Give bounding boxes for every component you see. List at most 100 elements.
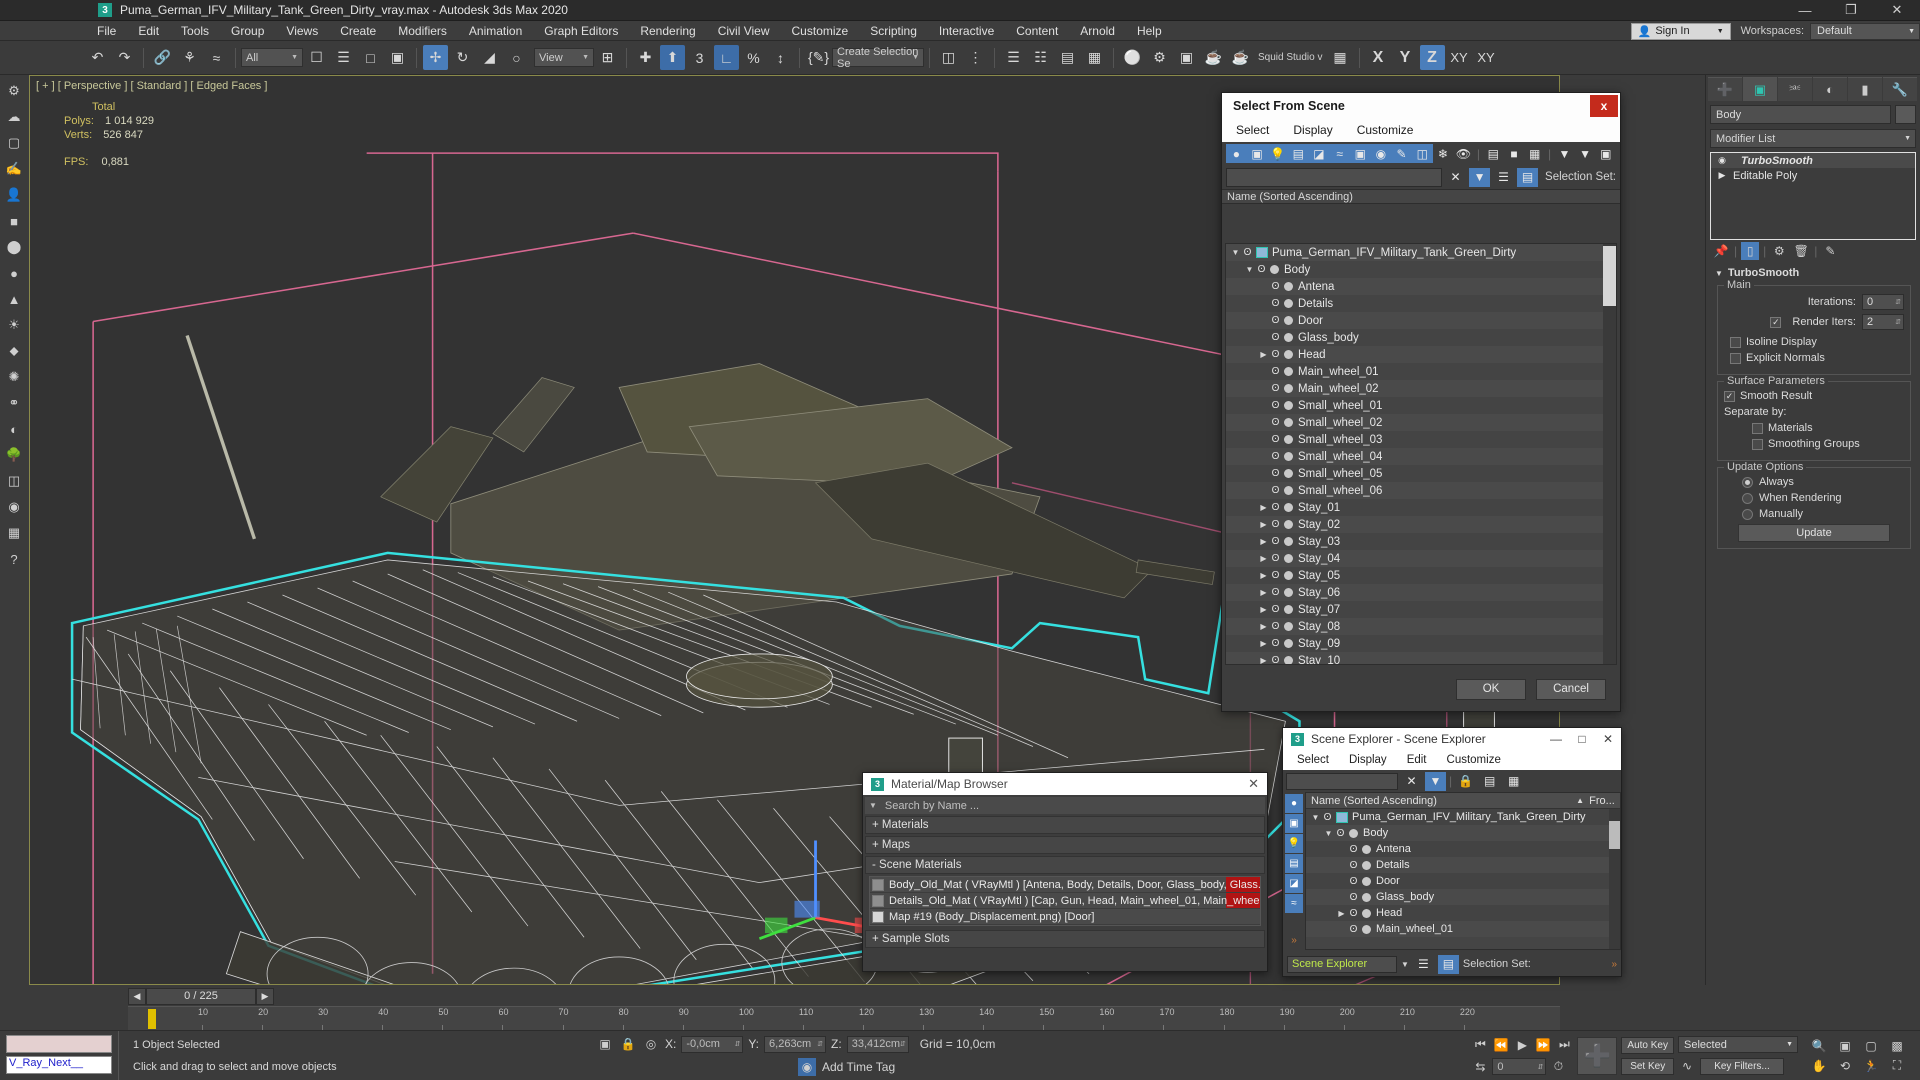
undo-icon[interactable]: ↶ [85,45,110,70]
unlink-selection-icon[interactable]: ⚘ [177,45,202,70]
se-menu-customize[interactable]: Customize [1447,754,1501,766]
project-folder-icon[interactable]: ▦ [1328,45,1353,70]
render-iterative-icon[interactable]: ☕ [1228,45,1253,70]
tree-row[interactable]: ʘ Antena [1226,278,1616,295]
filter-cameras-icon[interactable]: ▤ [1287,144,1309,163]
tree-row[interactable]: ▶ ʘ Head [1226,346,1616,363]
menu-item-customize[interactable]: Customize [781,21,860,41]
tree-row[interactable]: ʘ Small_wheel_04 [1226,448,1616,465]
restrict-x-icon[interactable]: X [1366,45,1391,70]
spinner-arrows-icon[interactable]: ⇵ [817,1040,823,1048]
eye-icon[interactable]: ʘ [1269,298,1282,309]
configure-modifier-sets-icon[interactable]: ✎ [1821,242,1839,260]
eye-icon[interactable]: ʘ [1321,812,1334,823]
object-icon[interactable] [1284,503,1293,512]
maps-section-header[interactable]: + Maps [865,836,1265,854]
selection-set-icon[interactable]: ▤ [1437,954,1459,974]
menu-item-group[interactable]: Group [220,21,275,41]
menu-item-civil-view[interactable]: Civil View [707,21,781,41]
orbit-icon[interactable]: ⟲ [1836,1057,1854,1075]
remove-modifier-icon[interactable]: 🗑 [1792,242,1810,260]
zoom-all-icon[interactable]: ▣ [1836,1037,1854,1055]
materials-section-header[interactable]: + Materials [865,816,1265,834]
scene-explorer-column-headers[interactable]: Name (Sorted Ascending) ▲ Fro... [1306,793,1620,809]
menu-item-scripting[interactable]: Scripting [859,21,928,41]
key-mode-toggle-icon[interactable]: ⇆ [1471,1058,1489,1076]
cancel-button[interactable]: Cancel [1536,678,1606,700]
named-selection-set-dropdown[interactable]: Create Selection Se ▼ [832,46,924,70]
object-icon[interactable] [1284,588,1293,597]
smooth-result-checkbox[interactable]: ✓ [1724,390,1735,402]
help-icon[interactable]: ? [2,547,26,571]
tree-row[interactable]: ▼ ʘ Puma_German_IFV_Military_Tank_Green_Di… [1306,809,1620,825]
walkthrough-icon[interactable]: 🏃 [1862,1057,1880,1075]
tab-modify[interactable]: ▣ [1743,77,1777,101]
chevron-down-icon[interactable]: ▼ [1244,265,1255,274]
tab-create[interactable]: ➕ [1708,77,1742,101]
eye-icon[interactable]: ʘ [1269,655,1282,664]
spinner-arrows-icon[interactable]: ⇵ [1538,1063,1544,1071]
tree-row[interactable]: ʘ Antena [1306,841,1620,857]
selection-filter-dropdown[interactable]: All ▼ [241,48,303,67]
object-icon[interactable] [1284,656,1293,664]
bind-to-space-warp-icon[interactable]: ≈ [204,45,229,70]
eye-icon[interactable]: ʘ [1269,434,1282,445]
eye-icon[interactable]: ʘ [1269,485,1282,496]
time-slider-next-button[interactable]: ▶ [256,987,274,1005]
select-and-scale-icon[interactable]: ◢ [477,45,502,70]
clear-search-icon[interactable]: ✕ [1401,772,1422,791]
object-icon[interactable] [1284,282,1293,291]
grid-icon[interactable]: ▦ [2,521,26,545]
layers-icon[interactable]: ☰ [1493,168,1514,187]
selection-set-icon[interactable]: ▤ [1517,167,1539,187]
eye-icon[interactable]: ʘ [1269,315,1282,326]
object-icon[interactable] [1362,892,1371,902]
select-from-scene-tree[interactable]: ▼ ʘ Puma_German_IFV_Military_Tank_Green_Di… [1225,243,1617,665]
update-button[interactable]: Update [1738,524,1890,542]
se-menu-select[interactable]: Select [1297,754,1329,766]
eye-icon[interactable]: ʘ [1255,264,1268,275]
chevron-right-icon[interactable]: ▶ [1258,639,1269,648]
eye-icon[interactable]: ʘ [1334,828,1347,839]
freeform-icon[interactable]: ☁ [2,105,26,129]
layers-icon[interactable]: ☰ [1413,955,1434,974]
tree-row[interactable]: ▼ ʘ Puma_German_IFV_Military_Tank_Green_Di… [1226,244,1616,261]
scene-explorer-search-input[interactable] [1286,772,1398,790]
tree-row[interactable]: ▶ ʘ Stay_09 [1226,635,1616,652]
object-icon[interactable] [1284,486,1293,495]
hose-icon[interactable]: ⚭ [2,391,26,415]
material-search-row[interactable]: ▼ Search by Name ... [865,797,1265,814]
lights-icon[interactable]: ● [2,261,26,285]
clear-search-icon[interactable]: ✕ [1445,168,1466,187]
menu-item-rendering[interactable]: Rendering [629,21,706,41]
object-icon[interactable] [1284,469,1293,478]
eye-icon[interactable]: ʘ [1269,417,1282,428]
select-object-icon[interactable]: ☐ [304,45,329,70]
tree-row[interactable]: ʘ Glass_body [1306,889,1620,905]
zoom-region-icon[interactable]: ▩ [1888,1037,1906,1055]
list-layout-icon[interactable]: ▦ [1524,144,1545,163]
update-always-radio[interactable] [1742,476,1753,488]
spinner-arrows-icon[interactable]: ⇵ [1895,318,1901,326]
rectangular-selection-region-icon[interactable]: □ [358,45,383,70]
group-icon[interactable] [1256,247,1268,258]
eye-icon[interactable]: ʘ [1347,860,1360,871]
tree-row[interactable]: ▶ ʘ Stay_06 [1226,584,1616,601]
render-setup-icon[interactable]: ⚙ [1147,45,1172,70]
go-to-start-icon[interactable]: ⏮ [1471,1036,1489,1054]
tree-row[interactable]: ▶ ʘ Stay_04 [1226,550,1616,567]
eye-icon[interactable]: ʘ [1269,332,1282,343]
mirror-icon[interactable]: ◫ [936,45,961,70]
align-icon[interactable]: ⋮ [963,45,988,70]
filter-geometry-icon[interactable]: ● [1285,794,1303,813]
menu-item-modifiers[interactable]: Modifiers [387,21,458,41]
chevron-down-icon[interactable]: ▼ [1310,813,1321,822]
tree-row[interactable]: ʘ Small_wheel_02 [1226,414,1616,431]
spinner-arrows-icon[interactable]: ⇵ [900,1040,906,1048]
eye-icon[interactable]: ʘ [1269,604,1282,615]
tree-row[interactable]: ʘ Small_wheel_03 [1226,431,1616,448]
isoline-display-checkbox[interactable] [1730,336,1741,348]
tree-row[interactable]: ▶ ʘ Stay_01 [1226,499,1616,516]
tree-row[interactable]: ▼ ʘ Body [1226,261,1616,278]
sfs-menu-display[interactable]: Display [1293,123,1332,137]
